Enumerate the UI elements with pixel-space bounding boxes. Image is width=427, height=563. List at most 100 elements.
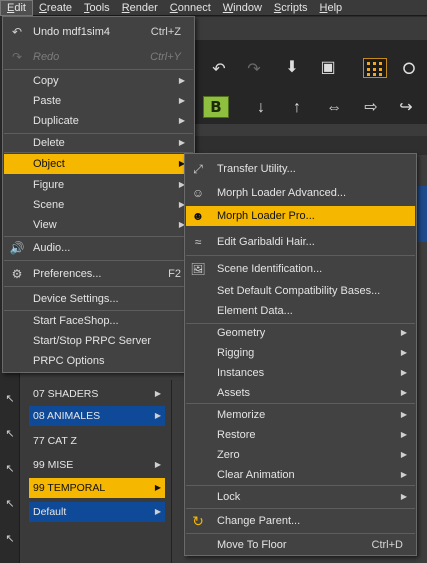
menu-separator <box>4 152 193 153</box>
redo-icon[interactable]: ↷ <box>240 56 268 84</box>
menu-item-element-data[interactable]: Element Data... <box>186 301 415 321</box>
menu-item-edit-garibaldi-hair[interactable]: ≈ Edit Garibaldi Hair... <box>186 232 415 252</box>
b-button[interactable]: B <box>203 96 229 118</box>
edit-menu: ↶ Undo mdf1sim4 Ctrl+Z ↷ Redo Ctrl+Y Cop… <box>2 16 195 373</box>
pin-icon[interactable]: ⭘ <box>395 56 423 84</box>
object-submenu: ⤢ Transfer Utility... ☺ Morph Loader Adv… <box>184 153 417 556</box>
menu-item-view[interactable]: View ▶ <box>4 215 193 235</box>
menu-item-duplicate[interactable]: Duplicate ▶ <box>4 111 193 131</box>
menu-edit[interactable]: Edit <box>0 0 33 16</box>
menu-item-scene[interactable]: Scene ▶ <box>4 195 193 215</box>
menu-item-rigging[interactable]: Rigging ▶ <box>186 343 415 363</box>
menu-item-redo[interactable]: ↷ Redo Ctrl+Y <box>4 47 193 67</box>
chevron-right-icon: ▶ <box>178 76 185 85</box>
menu-item-figure[interactable]: Figure ▶ <box>4 175 193 195</box>
translate-horizontal-icon[interactable]: ⇔ <box>320 94 348 122</box>
menu-separator <box>4 236 193 237</box>
menu-item-copy[interactable]: Copy ▶ <box>4 71 193 91</box>
chevron-right-icon: ▶ <box>400 492 407 501</box>
chevron-right-icon: ▶ <box>178 116 185 125</box>
menu-separator <box>186 533 415 534</box>
menu-item-lock[interactable]: Lock ▶ <box>186 487 415 507</box>
pointer-tool-icon[interactable]: ↖ <box>3 427 17 441</box>
redo-icon: ↷ <box>11 50 23 64</box>
chevron-right-icon: ▶ <box>400 328 407 337</box>
menu-scripts[interactable]: Scripts <box>268 0 314 16</box>
menu-separator <box>4 286 193 287</box>
chevron-right-icon: ▶ <box>400 368 407 377</box>
menu-render[interactable]: Render <box>116 0 164 16</box>
pointer-tool-icon[interactable]: ↖ <box>3 462 17 476</box>
menu-separator <box>4 260 193 261</box>
menu-create[interactable]: Create <box>33 0 78 16</box>
list-item[interactable]: Default ▶ <box>29 502 165 522</box>
menu-item-clear-animation[interactable]: Clear Animation ▶ <box>186 465 415 485</box>
menu-bar: Edit Create Tools Render Connect Window … <box>0 0 427 16</box>
menu-item-assets[interactable]: Assets ▶ <box>186 383 415 403</box>
menu-item-move-to-floor[interactable]: Move To Floor Ctrl+D <box>186 535 415 555</box>
translate-up-icon[interactable]: ↑ <box>283 94 311 122</box>
gear-icon: ⚙ <box>11 267 23 281</box>
pointer-tool-icon[interactable]: ↖ <box>3 392 17 406</box>
list-item[interactable]: 08 ANIMALES ▶ <box>29 406 165 426</box>
menu-item-restore[interactable]: Restore ▶ <box>186 425 415 445</box>
pointer-tool-icon[interactable]: ↖ <box>3 532 17 546</box>
menu-tools[interactable]: Tools <box>78 0 116 16</box>
chevron-right-icon: ▶ <box>154 483 161 492</box>
pointer-tool-icon[interactable]: ↖ <box>3 497 17 511</box>
menu-item-morph-loader-advanced[interactable]: ☺ Morph Loader Advanced... <box>186 183 415 203</box>
menu-item-audio[interactable]: 🔊 Audio... <box>4 238 193 258</box>
drop-to-floor-icon[interactable]: ⬇ <box>278 54 306 82</box>
menu-window[interactable]: Window <box>217 0 268 16</box>
menu-item-preferences[interactable]: ⚙ Preferences... F2 <box>4 264 193 284</box>
cube-icon[interactable]: ▣ <box>314 54 342 82</box>
list-item[interactable]: 99 MISE ▶ <box>29 455 165 475</box>
menu-item-delete[interactable]: Delete ▶ <box>4 133 193 153</box>
menu-item-morph-loader-pro[interactable]: ☻ Morph Loader Pro... <box>186 206 415 226</box>
menu-item-undo[interactable]: ↶ Undo mdf1sim4 Ctrl+Z <box>4 22 193 42</box>
menu-item-scene-identification[interactable]: 🖼 Scene Identification... <box>186 259 415 279</box>
menu-item-start-faceshop[interactable]: Start FaceShop... <box>4 311 193 331</box>
chevron-right-icon: ▶ <box>154 460 161 469</box>
menu-item-instances[interactable]: Instances ▶ <box>186 363 415 383</box>
redirect-icon[interactable]: ↪ <box>392 94 420 122</box>
undo-icon[interactable]: ↶ <box>205 56 233 84</box>
speaker-icon: 🔊 <box>9 241 25 255</box>
menu-item-change-parent[interactable]: ↻ Change Parent... <box>186 511 415 531</box>
menu-help[interactable]: Help <box>314 0 349 16</box>
transfer-icon: ⤢ <box>193 162 203 176</box>
chevron-right-icon: ▶ <box>154 507 161 516</box>
menu-item-start-stop-prpc[interactable]: Start/Stop PRPC Server <box>4 331 193 351</box>
menu-connect[interactable]: Connect <box>164 0 217 16</box>
chevron-right-icon: ▶ <box>400 348 407 357</box>
menu-item-device-settings[interactable]: Device Settings... <box>4 289 193 309</box>
menu-item-object[interactable]: Object ▶ <box>4 154 193 174</box>
list-item[interactable]: 99 TEMPORAL ▶ <box>29 478 165 498</box>
right-panel-selection <box>416 186 427 242</box>
menu-separator <box>4 69 193 70</box>
menu-item-prpc-options[interactable]: PRPC Options <box>4 351 193 371</box>
menu-item-zero[interactable]: Zero ▶ <box>186 445 415 465</box>
arrow-right-icon[interactable]: ⇨ <box>357 94 385 122</box>
menu-separator <box>186 255 415 256</box>
menu-item-transfer-utility[interactable]: ⤢ Transfer Utility... <box>186 159 415 179</box>
translate-down-icon[interactable]: ↓ <box>247 94 275 122</box>
menu-item-paste[interactable]: Paste ▶ <box>4 91 193 111</box>
grid-icon[interactable] <box>363 58 387 78</box>
chevron-right-icon: ▶ <box>400 410 407 419</box>
chevron-right-icon: ▶ <box>400 470 407 479</box>
id-card-icon: 🖼 <box>190 262 206 276</box>
category-list-panel: 07 SHADERS ▶ 08 ANIMALES ▶ 77 CAT Z 99 MIS… <box>22 380 172 563</box>
menu-separator <box>186 403 415 404</box>
list-item[interactable]: 77 CAT Z <box>29 431 165 451</box>
menu-item-geometry[interactable]: Geometry ▶ <box>186 323 415 343</box>
chevron-right-icon: ▶ <box>154 389 161 398</box>
hair-icon: ≈ <box>194 235 202 249</box>
morph-icon: ☻ <box>191 209 205 223</box>
chevron-right-icon: ▶ <box>400 430 407 439</box>
menu-item-memorize[interactable]: Memorize ▶ <box>186 405 415 425</box>
menu-item-set-default-compat[interactable]: Set Default Compatibility Bases... <box>186 281 415 301</box>
list-item[interactable]: 07 SHADERS ▶ <box>29 384 165 404</box>
morph-icon: ☺ <box>191 186 205 200</box>
chevron-right-icon: ▶ <box>154 411 161 420</box>
